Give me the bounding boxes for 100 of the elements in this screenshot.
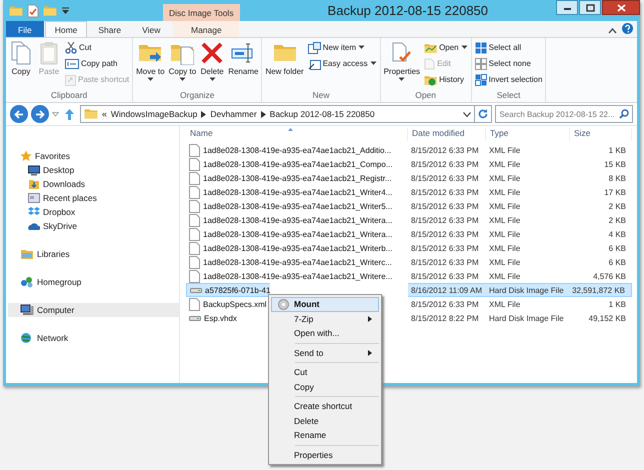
nav-item[interactable]: Network (8, 331, 179, 345)
scissors-icon (65, 42, 77, 54)
file-name-cell[interactable]: a57825f6-071b-41 (186, 283, 270, 297)
table-cell-text: XML File (488, 200, 522, 212)
restore-button[interactable] (579, 0, 601, 15)
column-header[interactable]: Type (486, 128, 570, 141)
column-header[interactable]: Date modified (408, 128, 486, 141)
nav-item[interactable]: SkyDrive (8, 219, 179, 233)
up-arrow-icon (64, 108, 75, 120)
menu-item[interactable]: Open with... (271, 326, 379, 340)
file-name-cell[interactable]: 1ad8e028-1308-419e-a935-ea74ae1acb21_Compo... (186, 157, 392, 171)
table-cell-text: 8/15/2012 6:33 PM (410, 186, 480, 198)
file-name-cell[interactable]: 1ad8e028-1308-419e-a935-ea74ae1acb21_Writere... (186, 269, 392, 283)
document-icon (189, 158, 200, 170)
ribbon-tab[interactable]: Share (88, 21, 132, 37)
column-header[interactable]: Size (570, 128, 632, 141)
table-cell-text: 2 KB (608, 214, 627, 226)
table-cell-text: XML File (488, 256, 522, 268)
search-field[interactable]: Search Backup 2012-08-15 22... (495, 105, 633, 123)
document-icon (189, 228, 200, 240)
nav-item[interactable]: Recent places (8, 191, 179, 205)
table-cell-text: 8 KB (608, 172, 627, 184)
menu-item[interactable]: Cut (271, 365, 379, 380)
ribbon-button[interactable]: New item (306, 40, 378, 55)
address-bar[interactable]: « WindowsImageBackup Devhammer Backup 2012-08-15 220850 (80, 105, 475, 123)
file-name-cell[interactable]: 1ad8e028-1308-419e-a935-ea74ae1acb21_Additio... (186, 143, 392, 157)
back-button[interactable] (10, 105, 28, 123)
table-cell-text: XML File (488, 172, 522, 184)
ribbon-button[interactable]: Copy path (64, 56, 130, 71)
ribbon-tab[interactable]: View (132, 21, 170, 37)
menu-item[interactable]: 7-Zip (271, 312, 379, 326)
nav-item[interactable]: Homegroup (8, 275, 179, 289)
group-label: Organize (179, 90, 216, 102)
ribbon-button[interactable]: Open (423, 40, 469, 55)
breadcrumb[interactable]: WindowsImageBackup (110, 109, 198, 119)
table-cell-text: 8/15/2012 6:33 PM (410, 228, 480, 240)
ribbon-button[interactable]: Cut (64, 40, 130, 55)
close-icon (616, 4, 626, 12)
ribbon-button[interactable]: Properties (382, 40, 422, 90)
ribbon-button[interactable]: Select none (474, 56, 544, 71)
menu-item[interactable]: Send to (271, 346, 379, 360)
star-icon (20, 150, 32, 162)
history-icon (424, 74, 438, 86)
ribbon-tab[interactable]: File (6, 21, 44, 37)
ribbon-button[interactable]: Invert selection (474, 72, 544, 87)
file-name-cell[interactable]: 1ad8e028-1308-419e-a935-ea74ae1acb21_Writerb... (186, 241, 392, 255)
nav-item[interactable]: Dropbox (8, 205, 179, 219)
ribbon-button[interactable]: New folder (264, 40, 305, 90)
minimize-button[interactable] (556, 0, 578, 15)
document-icon (189, 200, 200, 212)
ribbon-button[interactable]: Move to (135, 40, 166, 90)
group-label: Select (496, 90, 522, 102)
caret-icon (398, 77, 406, 82)
file-name-cell[interactable]: 1ad8e028-1308-419e-a935-ea74ae1acb21_Registr... (186, 171, 392, 185)
forward-arrow-icon (34, 110, 45, 118)
folder-icon (43, 4, 57, 18)
caret-icon (208, 77, 216, 82)
recent-places-icon (28, 192, 40, 204)
forward-button[interactable] (30, 105, 49, 123)
file-name-cell[interactable]: 1ad8e028-1308-419e-a935-ea74ae1acb21_Writerc... (186, 255, 392, 269)
ribbon-button[interactable]: Rename (227, 40, 260, 90)
ribbon-button[interactable]: Copy (8, 40, 34, 90)
breadcrumb[interactable]: Backup 2012-08-15 220850 (270, 109, 375, 119)
menu-item[interactable]: Properties (271, 448, 379, 462)
overflow-chevron[interactable]: « (102, 109, 107, 119)
nav-item[interactable]: Desktop (8, 163, 179, 177)
file-name-cell[interactable]: Esp.vhdx (186, 311, 237, 325)
ribbon-tab[interactable]: Home (44, 21, 88, 37)
file-name-cell[interactable]: BackupSpecs.xml (186, 297, 267, 311)
contextual-tab-header: Disc Image Tools (163, 4, 240, 21)
separator-arrow-icon (201, 110, 206, 118)
file-name-cell[interactable]: 1ad8e028-1308-419e-a935-ea74ae1acb21_Writer4... (186, 185, 392, 199)
disc-icon (278, 298, 288, 310)
close-button[interactable] (602, 0, 640, 15)
nav-item[interactable]: Favorites (8, 149, 179, 163)
file-name-cell[interactable]: 1ad8e028-1308-419e-a935-ea74ae1acb21_Writera... (186, 227, 392, 241)
menu-item[interactable]: Create shortcut (271, 399, 379, 414)
menu-item[interactable]: Mount (271, 297, 379, 312)
breadcrumb[interactable]: Devhammer (210, 109, 257, 119)
nav-item[interactable]: Downloads (8, 177, 179, 191)
table-cell: Hard Disk Image File (486, 283, 570, 297)
menu-item[interactable]: Copy (271, 380, 379, 394)
ribbon-button[interactable]: Easy access (306, 56, 378, 71)
ribbon-button[interactable]: Select all (474, 40, 544, 55)
nav-item[interactable]: Computer (8, 303, 179, 317)
document-icon (189, 298, 200, 310)
table-cell-text: 6 KB (608, 256, 627, 268)
ribbon-tab[interactable]: Manage (173, 21, 240, 37)
menu-item[interactable]: Delete (271, 414, 379, 428)
copy-icon (10, 41, 32, 65)
file-name-cell[interactable]: 1ad8e028-1308-419e-a935-ea74ae1acb21_Writer5... (186, 199, 392, 213)
ribbon-button[interactable]: Copy to (168, 40, 198, 90)
menu-item[interactable]: Rename (271, 428, 379, 442)
refresh-button[interactable] (474, 105, 492, 123)
nav-item[interactable]: Libraries (8, 247, 179, 261)
table-cell-text: 4,576 KB (592, 270, 627, 282)
ribbon-button[interactable]: History (423, 72, 469, 87)
file-name-cell[interactable]: 1ad8e028-1308-419e-a935-ea74ae1acb21_Writera... (186, 213, 392, 227)
edit-icon (424, 58, 436, 70)
ribbon-button[interactable]: Delete (199, 40, 226, 90)
